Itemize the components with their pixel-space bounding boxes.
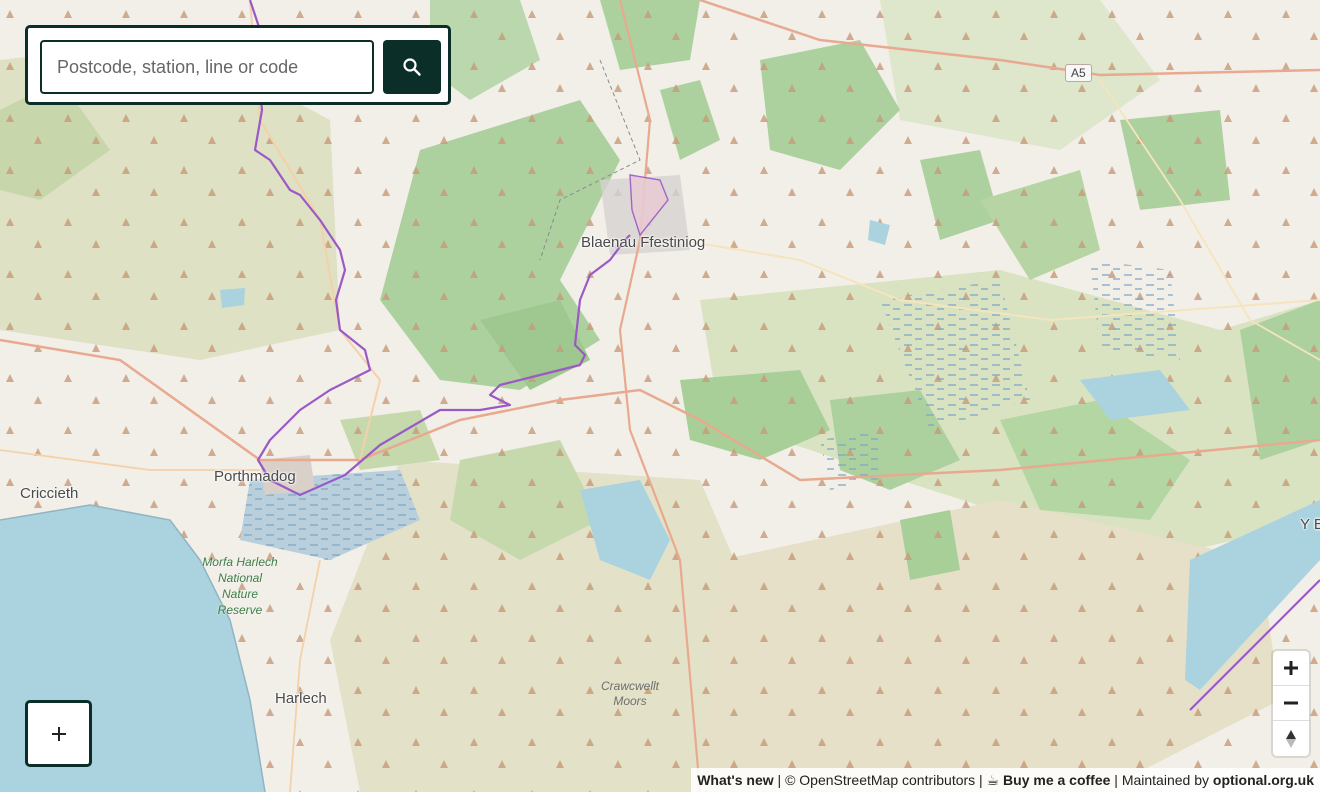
moors-label: Crawcwellt Moors (585, 679, 675, 709)
place-label-blaenau: Blaenau Ffestiniog (581, 234, 706, 251)
attribution-contributors: contributors | (898, 772, 987, 788)
place-label-criccieth: Criccieth (20, 485, 79, 502)
place-label-harlech: Harlech (275, 690, 327, 707)
nature-reserve-line1: Morfa Harlech (202, 555, 278, 569)
plus-icon (1284, 661, 1298, 675)
buy-coffee-link[interactable]: Buy me a coffee (1003, 772, 1110, 788)
minus-icon (1284, 701, 1298, 705)
nature-reserve-line2: National (217, 571, 263, 585)
search-panel (25, 25, 451, 105)
attribution-sep1: | © (773, 772, 800, 788)
maintainer-link[interactable]: optional.org.uk (1213, 772, 1314, 788)
place-label-porthmadog: Porthmadog (214, 468, 296, 485)
map-tiles (0, 0, 1320, 792)
compass-icon (1286, 729, 1296, 748)
add-button[interactable] (25, 700, 92, 767)
search-icon (403, 58, 421, 76)
nature-reserve-line4: Reserve (217, 603, 263, 617)
coffee-icon: ☕ (986, 772, 1000, 788)
nature-reserve-line3: Nature (221, 587, 259, 601)
search-input[interactable] (40, 40, 374, 94)
plus-icon (51, 726, 66, 741)
road-shield-a5: A5 (1065, 64, 1092, 82)
attribution-bar: What's new | © OpenStreetMap contributor… (691, 768, 1320, 792)
search-button[interactable] (383, 40, 441, 94)
nature-reserve-label: Morfa Harlech National Nature Reserve (190, 554, 290, 618)
map-canvas[interactable]: Blaenau Ffestiniog Porthmadog Criccieth … (0, 0, 1320, 792)
moors-line2: Moors (613, 694, 647, 708)
whats-new-link[interactable]: What's new (697, 772, 773, 788)
zoom-in-button[interactable] (1273, 651, 1309, 686)
zoom-out-button[interactable] (1273, 686, 1309, 721)
reset-bearing-button[interactable] (1273, 721, 1309, 756)
osm-link[interactable]: OpenStreetMap (799, 772, 898, 788)
place-label-edge: Y B (1300, 516, 1320, 533)
moors-line1: Crawcwellt (600, 679, 659, 693)
attribution-sep2: | Maintained by (1110, 772, 1213, 788)
zoom-control (1273, 651, 1309, 756)
